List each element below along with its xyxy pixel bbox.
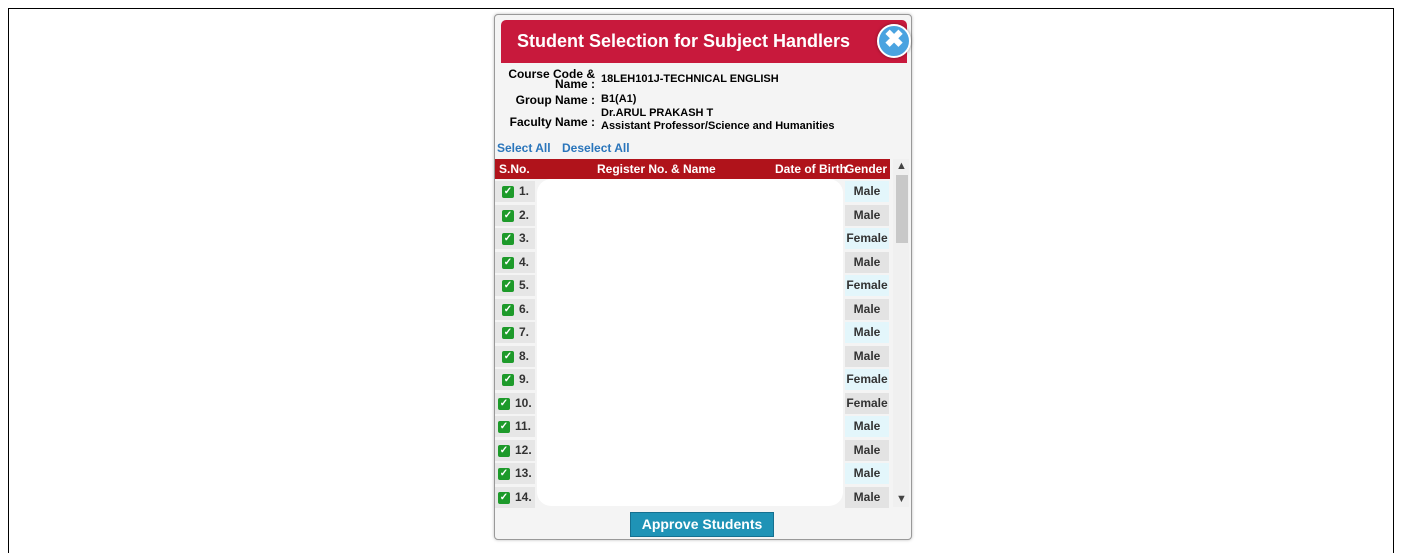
student-selection-dialog: Student Selection for Subject Handlers ✖… bbox=[494, 14, 912, 540]
redacted-area bbox=[537, 179, 843, 506]
row-gender: Male bbox=[845, 345, 889, 367]
row-gender: Male bbox=[845, 251, 889, 273]
sno-cell: ✓ 14. bbox=[495, 486, 535, 508]
row-sno: 8. bbox=[519, 348, 530, 363]
row-gender: Female bbox=[845, 228, 889, 249]
row-sno: 10. bbox=[515, 395, 532, 410]
row-sno: 6. bbox=[519, 301, 530, 316]
course-value: 18LEH101J-TECHNICAL ENGLISH bbox=[601, 73, 779, 85]
row-gender: Female bbox=[845, 369, 889, 390]
checkbox-checked-icon[interactable]: ✓ bbox=[502, 350, 514, 363]
column-register-name: Register No. & Name bbox=[597, 162, 716, 176]
row-sno: 11. bbox=[515, 419, 532, 433]
select-all-link[interactable]: Select All bbox=[497, 141, 551, 155]
dialog-header: Student Selection for Subject Handlers ✖ bbox=[501, 20, 911, 63]
row-sno: 9. bbox=[519, 372, 530, 386]
sno-cell: ✓ 10. bbox=[495, 392, 535, 414]
row-gender: Male bbox=[845, 486, 889, 508]
sno-cell: ✓ 1. bbox=[495, 181, 535, 202]
faculty-label: Faculty Name : bbox=[509, 115, 595, 129]
row-sno: 7. bbox=[519, 325, 530, 339]
sno-cell: ✓ 2. bbox=[495, 204, 535, 226]
column-gender: Gender bbox=[845, 162, 888, 176]
row-sno: 2. bbox=[519, 207, 530, 222]
row-sno: 4. bbox=[519, 254, 530, 269]
row-sno: 3. bbox=[519, 231, 530, 245]
sno-cell: ✓ 11. bbox=[495, 416, 535, 437]
column-sno: S.No. bbox=[499, 162, 530, 176]
row-gender: Male bbox=[845, 439, 889, 461]
group-value: B1(A1) bbox=[601, 93, 637, 105]
course-label-line2: Name : bbox=[554, 77, 595, 91]
close-icon[interactable]: ✖ bbox=[877, 24, 911, 58]
checkbox-checked-icon[interactable]: ✓ bbox=[502, 256, 514, 269]
sno-cell: ✓ 7. bbox=[495, 322, 535, 343]
group-label: Group Name : bbox=[515, 93, 595, 107]
row-gender: Male bbox=[845, 181, 889, 202]
row-sno: 14. bbox=[515, 489, 532, 504]
checkbox-checked-icon[interactable]: ✓ bbox=[498, 468, 510, 480]
dialog-title: Student Selection for Subject Handlers bbox=[517, 31, 851, 51]
row-sno: 1. bbox=[519, 184, 530, 198]
sno-cell: ✓ 8. bbox=[495, 345, 535, 367]
course-info: Course Code & Name : 18LEH101J-TECHNICAL… bbox=[495, 67, 905, 137]
row-sno: 13. bbox=[515, 466, 532, 480]
checkbox-checked-icon[interactable]: ✓ bbox=[502, 209, 514, 222]
row-gender: Male bbox=[845, 298, 889, 320]
row-gender: Male bbox=[845, 463, 889, 484]
row-gender: Female bbox=[845, 392, 889, 414]
row-sno: 12. bbox=[515, 442, 532, 457]
checkbox-checked-icon[interactable]: ✓ bbox=[502, 327, 514, 339]
faculty-name: Dr.ARUL PRAKASH T bbox=[601, 107, 714, 119]
sno-cell: ✓ 9. bbox=[495, 369, 535, 390]
scroll-down-icon[interactable]: ▼ bbox=[896, 493, 907, 505]
row-gender: Male bbox=[845, 322, 889, 343]
checkbox-checked-icon[interactable]: ✓ bbox=[502, 303, 514, 316]
sno-cell: ✓ 5. bbox=[495, 275, 535, 296]
scrollbar-thumb[interactable] bbox=[896, 175, 908, 243]
checkbox-checked-icon[interactable]: ✓ bbox=[502, 186, 514, 198]
column-dob: Date of Birth bbox=[775, 162, 847, 176]
checkbox-checked-icon[interactable]: ✓ bbox=[498, 421, 510, 433]
faculty-designation: Assistant Professor/Science and Humaniti… bbox=[601, 120, 835, 132]
deselect-all-link[interactable]: Deselect All bbox=[562, 141, 630, 155]
checkbox-checked-icon[interactable]: ✓ bbox=[502, 374, 514, 386]
sno-cell: ✓ 3. bbox=[495, 228, 535, 249]
checkbox-checked-icon[interactable]: ✓ bbox=[498, 444, 510, 457]
row-sno: 5. bbox=[519, 278, 530, 292]
table-header: S.No. Register No. & Name Date of Birth … bbox=[495, 159, 890, 179]
row-gender: Female bbox=[845, 275, 889, 296]
scroll-up-icon[interactable]: ▲ bbox=[896, 160, 907, 172]
sno-cell: ✓ 4. bbox=[495, 251, 535, 273]
checkbox-checked-icon[interactable]: ✓ bbox=[498, 397, 510, 410]
sno-cell: ✓ 12. bbox=[495, 439, 535, 461]
approve-students-button[interactable]: Approve Students bbox=[630, 512, 774, 537]
sno-cell: ✓ 13. bbox=[495, 463, 535, 484]
checkbox-checked-icon[interactable]: ✓ bbox=[502, 233, 514, 245]
checkbox-checked-icon[interactable]: ✓ bbox=[498, 491, 510, 504]
checkbox-checked-icon[interactable]: ✓ bbox=[502, 280, 514, 292]
row-gender: Male bbox=[845, 204, 889, 226]
row-gender: Male bbox=[845, 416, 889, 437]
sno-cell: ✓ 6. bbox=[495, 298, 535, 320]
